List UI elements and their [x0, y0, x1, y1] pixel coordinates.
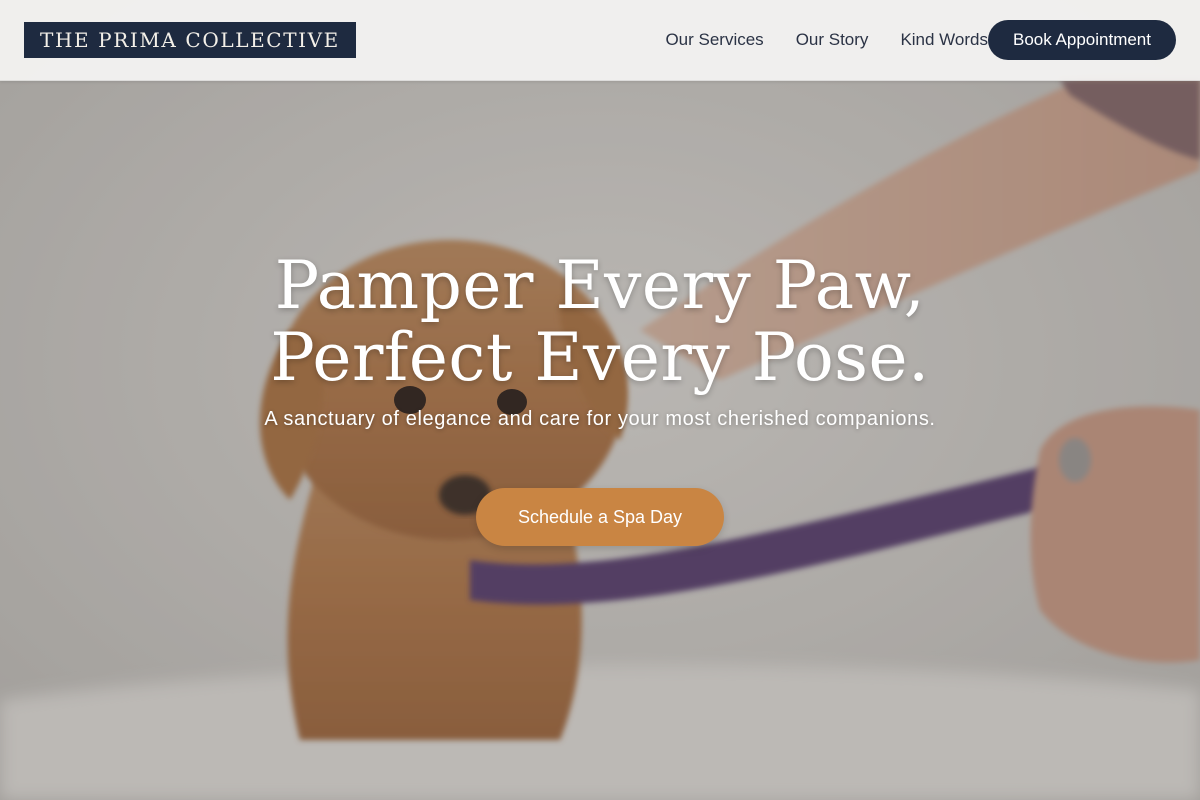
- hero-headline-line-2: Perfect Every Pose.: [270, 319, 930, 396]
- book-appointment-button[interactable]: Book Appointment: [988, 20, 1176, 60]
- nav-item-kind-words[interactable]: Kind Words: [900, 28, 988, 52]
- nav-item-our-services[interactable]: Our Services: [665, 28, 763, 52]
- site-header: THE PRIMA COLLECTIVE Our Services Our St…: [0, 0, 1200, 81]
- brand-logo[interactable]: THE PRIMA COLLECTIVE: [24, 22, 356, 58]
- hero-content: Pamper Every Paw, Perfect Every Pose. A …: [0, 250, 1200, 431]
- hero-headline-line-1: Pamper Every Paw,: [274, 247, 926, 324]
- hero-subtitle: A sanctuary of elegance and care for you…: [264, 408, 936, 430]
- schedule-spa-day-button[interactable]: Schedule a Spa Day: [476, 488, 724, 546]
- hero-headline: Pamper Every Paw, Perfect Every Pose.: [0, 250, 1200, 394]
- main-nav: Our Services Our Story Kind Words: [665, 28, 988, 52]
- landing-page: THE PRIMA COLLECTIVE Our Services Our St…: [0, 0, 1200, 800]
- nav-item-our-story[interactable]: Our Story: [796, 28, 869, 52]
